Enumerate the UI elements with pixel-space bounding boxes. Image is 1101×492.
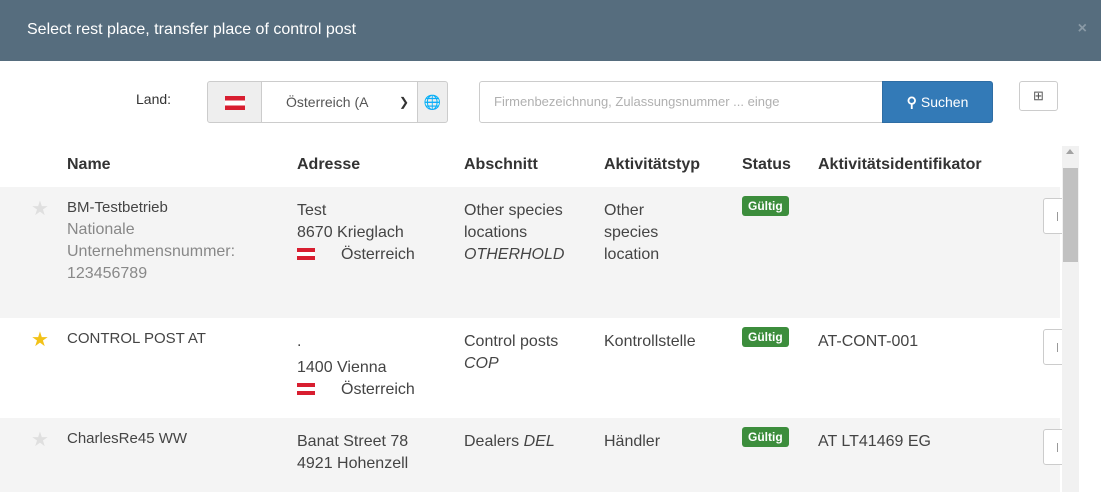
close-icon[interactable]: × (1078, 20, 1087, 38)
row-address-cell: Test 8670 Krieglach Österreich (297, 200, 415, 266)
dialog-title: Select rest place, transfer place of con… (27, 21, 357, 38)
national-id-label: Unternehmensnummer: (67, 243, 236, 260)
section-code: OTHERHOLD (464, 246, 565, 263)
section-code: DEL (523, 433, 555, 450)
austria-flag-icon (297, 248, 315, 260)
row-section-cell: Dealers DEL (464, 431, 555, 453)
column-header-status[interactable]: Status (742, 156, 791, 174)
address-line: Banat Street 78 (297, 433, 409, 450)
table-row[interactable]: ★ CONTROL POST AT . 1400 Vienna Österrei… (0, 318, 1063, 418)
activity-type: location (604, 246, 660, 263)
table-row[interactable]: ★ CharlesRe45 WW Banat Street 78 4921 Ho… (0, 418, 1063, 492)
row-address-cell: . 1400 Vienna Österreich (297, 331, 415, 401)
activity-type: Kontrollstelle (604, 333, 696, 350)
status-badge: Gültig (742, 327, 789, 347)
address-country: Österreich (341, 246, 415, 263)
expand-button[interactable]: ⊞ (1019, 81, 1058, 111)
row-name: CONTROL POST AT (67, 330, 206, 347)
select-row-button[interactable] (1043, 429, 1063, 465)
row-name-cell: BM-Testbetrieb Nationale Unternehmensnum… (67, 197, 235, 285)
row-activity-type-cell: Other species location (604, 200, 659, 266)
scrollbar-thumb[interactable] (1063, 168, 1078, 262)
globe-icon: 🌐 (423, 94, 442, 110)
row-name: CharlesRe45 WW (67, 430, 188, 447)
row-address-cell: Banat Street 78 4921 Hohenzell (297, 431, 408, 475)
country-select-value: Österreich (A (286, 94, 369, 110)
section-name: locations (464, 224, 528, 241)
expand-icon: ⊞ (1033, 88, 1044, 103)
austria-flag-icon (297, 383, 315, 395)
column-header-name[interactable]: Name (67, 156, 111, 174)
address-line: Test (297, 202, 327, 219)
column-header-address[interactable]: Adresse (297, 156, 360, 174)
address-line: 1400 Vienna (297, 359, 387, 376)
column-header-activity-type[interactable]: Aktivitätstyp (604, 156, 700, 174)
favorite-star-icon[interactable]: ★ (31, 430, 49, 450)
scroll-up-arrow-icon[interactable] (1066, 149, 1074, 154)
table-header: Name Adresse Abschnitt Aktivitätstyp Sta… (0, 141, 1060, 187)
favorite-star-icon[interactable]: ★ (31, 330, 49, 350)
results-table: Name Adresse Abschnitt Aktivitätstyp Sta… (0, 141, 1101, 492)
land-label: Land: (136, 91, 172, 107)
select-row-button[interactable] (1043, 329, 1063, 365)
section-name: Dealers (464, 433, 520, 450)
activity-type: species (604, 224, 659, 241)
section-name: Other species (464, 202, 563, 219)
activity-type: Händler (604, 433, 661, 450)
activity-type: Other (604, 202, 645, 219)
status-badge: Gültig (742, 196, 789, 216)
address-line: . (297, 333, 302, 350)
search-button-label: Suchen (920, 94, 969, 110)
row-name: BM-Testbetrieb (67, 199, 168, 216)
row-name-cell: CharlesRe45 WW (67, 428, 187, 450)
address-line: 4921 Hohenzell (297, 455, 409, 472)
row-name-cell: CONTROL POST AT (67, 328, 206, 350)
activity-id: AT LT41469 EG (818, 433, 931, 450)
vertical-scrollbar[interactable] (1062, 146, 1079, 492)
chevron-down-icon: ❯ (398, 95, 409, 109)
search-bar: Land: Österreich (A ❯ 🌐 Firmenbezeichnun… (0, 61, 1101, 141)
dialog-titlebar: Select rest place, transfer place of con… (0, 0, 1101, 61)
globe-button[interactable]: 🌐 (417, 81, 448, 123)
row-section-cell: Other species locations OTHERHOLD (464, 200, 564, 266)
search-button[interactable]: ⚲ Suchen (882, 81, 993, 123)
select-row-button[interactable] (1043, 198, 1063, 234)
address-line: 8670 Krieglach (297, 224, 404, 241)
national-id-label: Nationale (67, 221, 135, 238)
table-row[interactable]: ★ BM-Testbetrieb Nationale Unternehmensn… (0, 187, 1063, 318)
country-select[interactable]: Österreich (A ❯ (261, 81, 418, 123)
national-id-value: 123456789 (67, 265, 148, 282)
activity-id: AT-CONT-001 (818, 333, 919, 350)
section-code: COP (464, 355, 499, 372)
column-header-activity-id[interactable]: Aktivitätsidentifikator (818, 156, 982, 174)
section-name: Control posts (464, 333, 559, 350)
search-icon: ⚲ (906, 94, 917, 110)
status-badge: Gültig (742, 427, 789, 447)
austria-flag-icon (225, 96, 245, 110)
search-input[interactable]: Firmenbezeichnung, Zulassungsnummer ... … (479, 81, 883, 123)
country-flag-button[interactable] (207, 81, 262, 123)
favorite-star-icon[interactable]: ★ (31, 199, 49, 219)
row-section-cell: Control posts COP (464, 331, 558, 375)
address-country: Österreich (341, 381, 415, 398)
column-header-section[interactable]: Abschnitt (464, 156, 538, 174)
